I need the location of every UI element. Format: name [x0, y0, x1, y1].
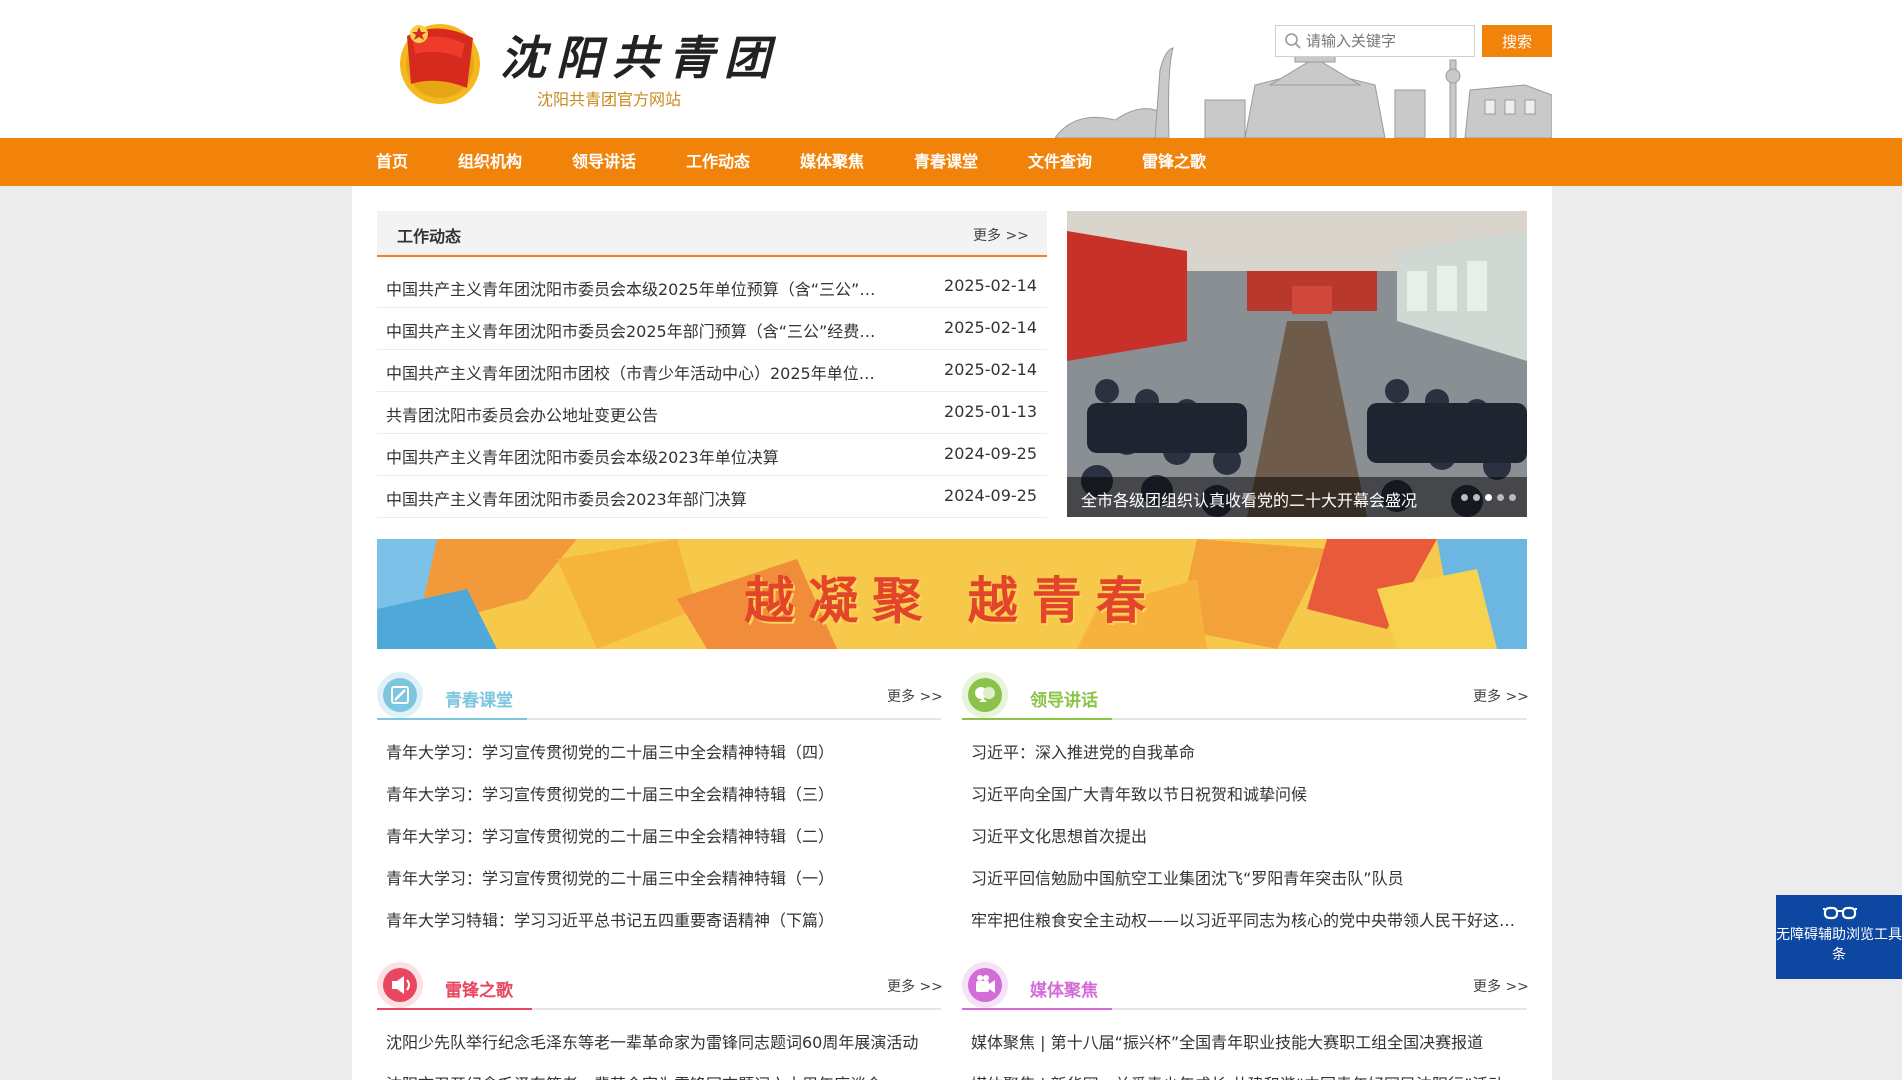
news-title[interactable]: 中国共产主义青年团沈阳市委员会2023年部门决算	[386, 486, 886, 510]
list-item[interactable]: 沈阳少先队举行纪念毛泽东等老一辈革命家为雷锋同志题词60周年展演活动	[386, 1029, 936, 1053]
list-item[interactable]: 青年大学习：学习宣传贯彻党的二十届三中全会精神特辑（一）	[386, 865, 936, 889]
video-camera-icon	[962, 962, 1008, 1008]
leifeng-underline	[377, 1008, 532, 1010]
news-row[interactable]: 共青团沈阳市委员会办公地址变更公告 2025-01-13	[377, 392, 1047, 434]
work-updates-title: 工作动态	[397, 227, 462, 246]
youth-class-underline	[377, 718, 527, 720]
list-item[interactable]: 习近平回信勉励中国航空工业集团沈飞“罗阳青年突击队”队员	[971, 865, 1516, 889]
leader-speech-title[interactable]: 领导讲话	[1030, 686, 1098, 711]
youth-class-title[interactable]: 青春课堂	[445, 686, 513, 711]
leader-speech-underline	[962, 718, 1112, 720]
nav-item-work-updates[interactable]: 工作动态	[686, 138, 750, 186]
list-item[interactable]: 媒体聚焦 | 新华网：关爱青少年成长 共建和谐“中国青年好网民沈阳行”活动	[971, 1071, 1516, 1080]
list-item[interactable]: 沈阳市召开纪念毛泽东等老一辈革命家为雷锋同志题词六十周年座谈会	[386, 1071, 936, 1080]
media-focus-more-link[interactable]: 更多 >>	[1473, 976, 1529, 996]
slogan-banner[interactable]: 越凝聚 越青春	[377, 539, 1527, 649]
carousel-caption-bar: 全市各级团组织认真收看党的二十大开幕会盛况	[1067, 477, 1527, 517]
news-row[interactable]: 中国共产主义青年团沈阳市委员会本级2025年单位预算（含“三公”经费预算） 20…	[377, 266, 1047, 308]
list-item[interactable]: 媒体聚焦 | 第十八届“振兴杯”全国青年职业技能大赛职工组全国决赛报道	[971, 1029, 1516, 1053]
news-date: 2024-09-25	[944, 444, 1037, 463]
nav-item-document-search[interactable]: 文件查询	[1028, 138, 1092, 186]
search-button[interactable]: 搜索	[1482, 25, 1552, 57]
carousel-dot-active[interactable]	[1485, 494, 1492, 501]
work-updates-more-link[interactable]: 更多 >>	[973, 225, 1029, 245]
youth-class-more-link[interactable]: 更多 >>	[887, 686, 943, 706]
accessibility-toolbar-button[interactable]: 无障碍辅助浏览工具条	[1776, 895, 1902, 979]
leader-speech-header: 领导讲话 更多 >>	[962, 670, 1529, 720]
list-item[interactable]: 习近平向全国广大青年致以节日祝贺和诚挚问候	[971, 781, 1516, 805]
main-nav: 首页 组织机构 领导讲话 工作动态 媒体聚焦 青春课堂 文件查询 雷锋之歌	[0, 138, 1902, 186]
accessibility-toolbar-label: 无障碍辅助浏览工具条	[1776, 927, 1902, 963]
youth-class-header: 青春课堂 更多 >>	[377, 670, 943, 720]
search-icon	[1285, 33, 1301, 49]
list-item[interactable]: 青年大学习：学习宣传贯彻党的二十届三中全会精神特辑（四）	[386, 739, 936, 763]
pencil-icon	[377, 672, 423, 718]
carousel-photo	[1067, 211, 1527, 517]
youth-league-emblem-icon[interactable]	[397, 18, 483, 106]
glasses-icon	[1823, 906, 1857, 920]
nav-item-leader-speech[interactable]: 领导讲话	[572, 138, 636, 186]
nav-item-media-focus[interactable]: 媒体聚焦	[800, 138, 864, 186]
news-date: 2025-02-14	[944, 318, 1037, 337]
list-item[interactable]: 青年大学习：学习宣传贯彻党的二十届三中全会精神特辑（二）	[386, 823, 936, 847]
news-row[interactable]: 中国共产主义青年团沈阳市委员会2025年部门预算（含“三公”经费预算） 2025…	[377, 308, 1047, 350]
work-updates-header: 工作动态 更多 >>	[377, 211, 1047, 257]
news-date: 2024-09-25	[944, 486, 1037, 505]
site-header: 沈阳共青团 沈阳共青团官方网站 搜索	[0, 0, 1902, 138]
list-item[interactable]: 习近平：深入推进党的自我革命	[971, 739, 1516, 763]
search-box	[1275, 25, 1475, 57]
news-title[interactable]: 中国共产主义青年团沈阳市委员会本级2025年单位预算（含“三公”经费预算）	[386, 276, 886, 300]
carousel-dot[interactable]	[1473, 494, 1480, 501]
leader-speech-more-link[interactable]: 更多 >>	[1473, 686, 1529, 706]
carousel-dot[interactable]	[1461, 494, 1468, 501]
media-focus-underline	[962, 1008, 1112, 1010]
news-carousel[interactable]: 全市各级团组织认真收看党的二十大开幕会盛况	[1067, 211, 1527, 517]
site-subtitle: 沈阳共青团官方网站	[537, 90, 682, 109]
site-title[interactable]: 沈阳共青团	[500, 22, 780, 88]
news-row[interactable]: 中国共产主义青年团沈阳市委员会2023年部门决算 2024-09-25	[377, 476, 1047, 518]
megaphone-icon	[377, 962, 423, 1008]
news-row[interactable]: 中国共产主义青年团沈阳市团校（市青少年活动中心）2025年单位预算 2025-0…	[377, 350, 1047, 392]
list-item[interactable]: 牢牢把住粮食安全主动权——以习近平同志为核心的党中央带领人民干好这件大事	[971, 907, 1516, 931]
news-title[interactable]: 共青团沈阳市委员会办公地址变更公告	[386, 402, 886, 426]
list-item[interactable]: 青年大学习：学习宣传贯彻党的二十届三中全会精神特辑（三）	[386, 781, 936, 805]
news-title[interactable]: 中国共产主义青年团沈阳市团校（市青少年活动中心）2025年单位预算	[386, 360, 886, 384]
leifeng-title[interactable]: 雷锋之歌	[445, 976, 513, 1001]
banner-slogan: 越凝聚 越青春	[744, 571, 1160, 630]
nav-item-home[interactable]: 首页	[376, 138, 408, 186]
list-item[interactable]: 习近平文化思想首次提出	[971, 823, 1516, 847]
news-title[interactable]: 中国共产主义青年团沈阳市委员会本级2023年单位决算	[386, 444, 886, 468]
speech-bubble-icon	[962, 672, 1008, 718]
news-title[interactable]: 中国共产主义青年团沈阳市委员会2025年部门预算（含“三公”经费预算）	[386, 318, 886, 342]
carousel-dot[interactable]	[1509, 494, 1516, 501]
list-item[interactable]: 青年大学习特辑：学习习近平总书记五四重要寄语精神（下篇）	[386, 907, 936, 931]
nav-item-youth-class[interactable]: 青春课堂	[914, 138, 978, 186]
carousel-caption[interactable]: 全市各级团组织认真收看党的二十大开幕会盛况	[1081, 487, 1417, 511]
news-date: 2025-01-13	[944, 402, 1037, 421]
media-focus-header: 媒体聚焦 更多 >>	[962, 960, 1529, 1010]
leifeng-more-link[interactable]: 更多 >>	[887, 976, 943, 996]
nav-item-organization[interactable]: 组织机构	[458, 138, 522, 186]
media-focus-title[interactable]: 媒体聚焦	[1030, 976, 1098, 1001]
nav-item-leifeng-song[interactable]: 雷锋之歌	[1142, 138, 1206, 186]
search-input[interactable]	[1306, 26, 1472, 56]
news-date: 2025-02-14	[944, 360, 1037, 379]
news-row[interactable]: 中国共产主义青年团沈阳市委员会本级2023年单位决算 2024-09-25	[377, 434, 1047, 476]
news-date: 2025-02-14	[944, 276, 1037, 295]
leifeng-header: 雷锋之歌 更多 >>	[377, 960, 943, 1010]
carousel-dot[interactable]	[1497, 494, 1504, 501]
